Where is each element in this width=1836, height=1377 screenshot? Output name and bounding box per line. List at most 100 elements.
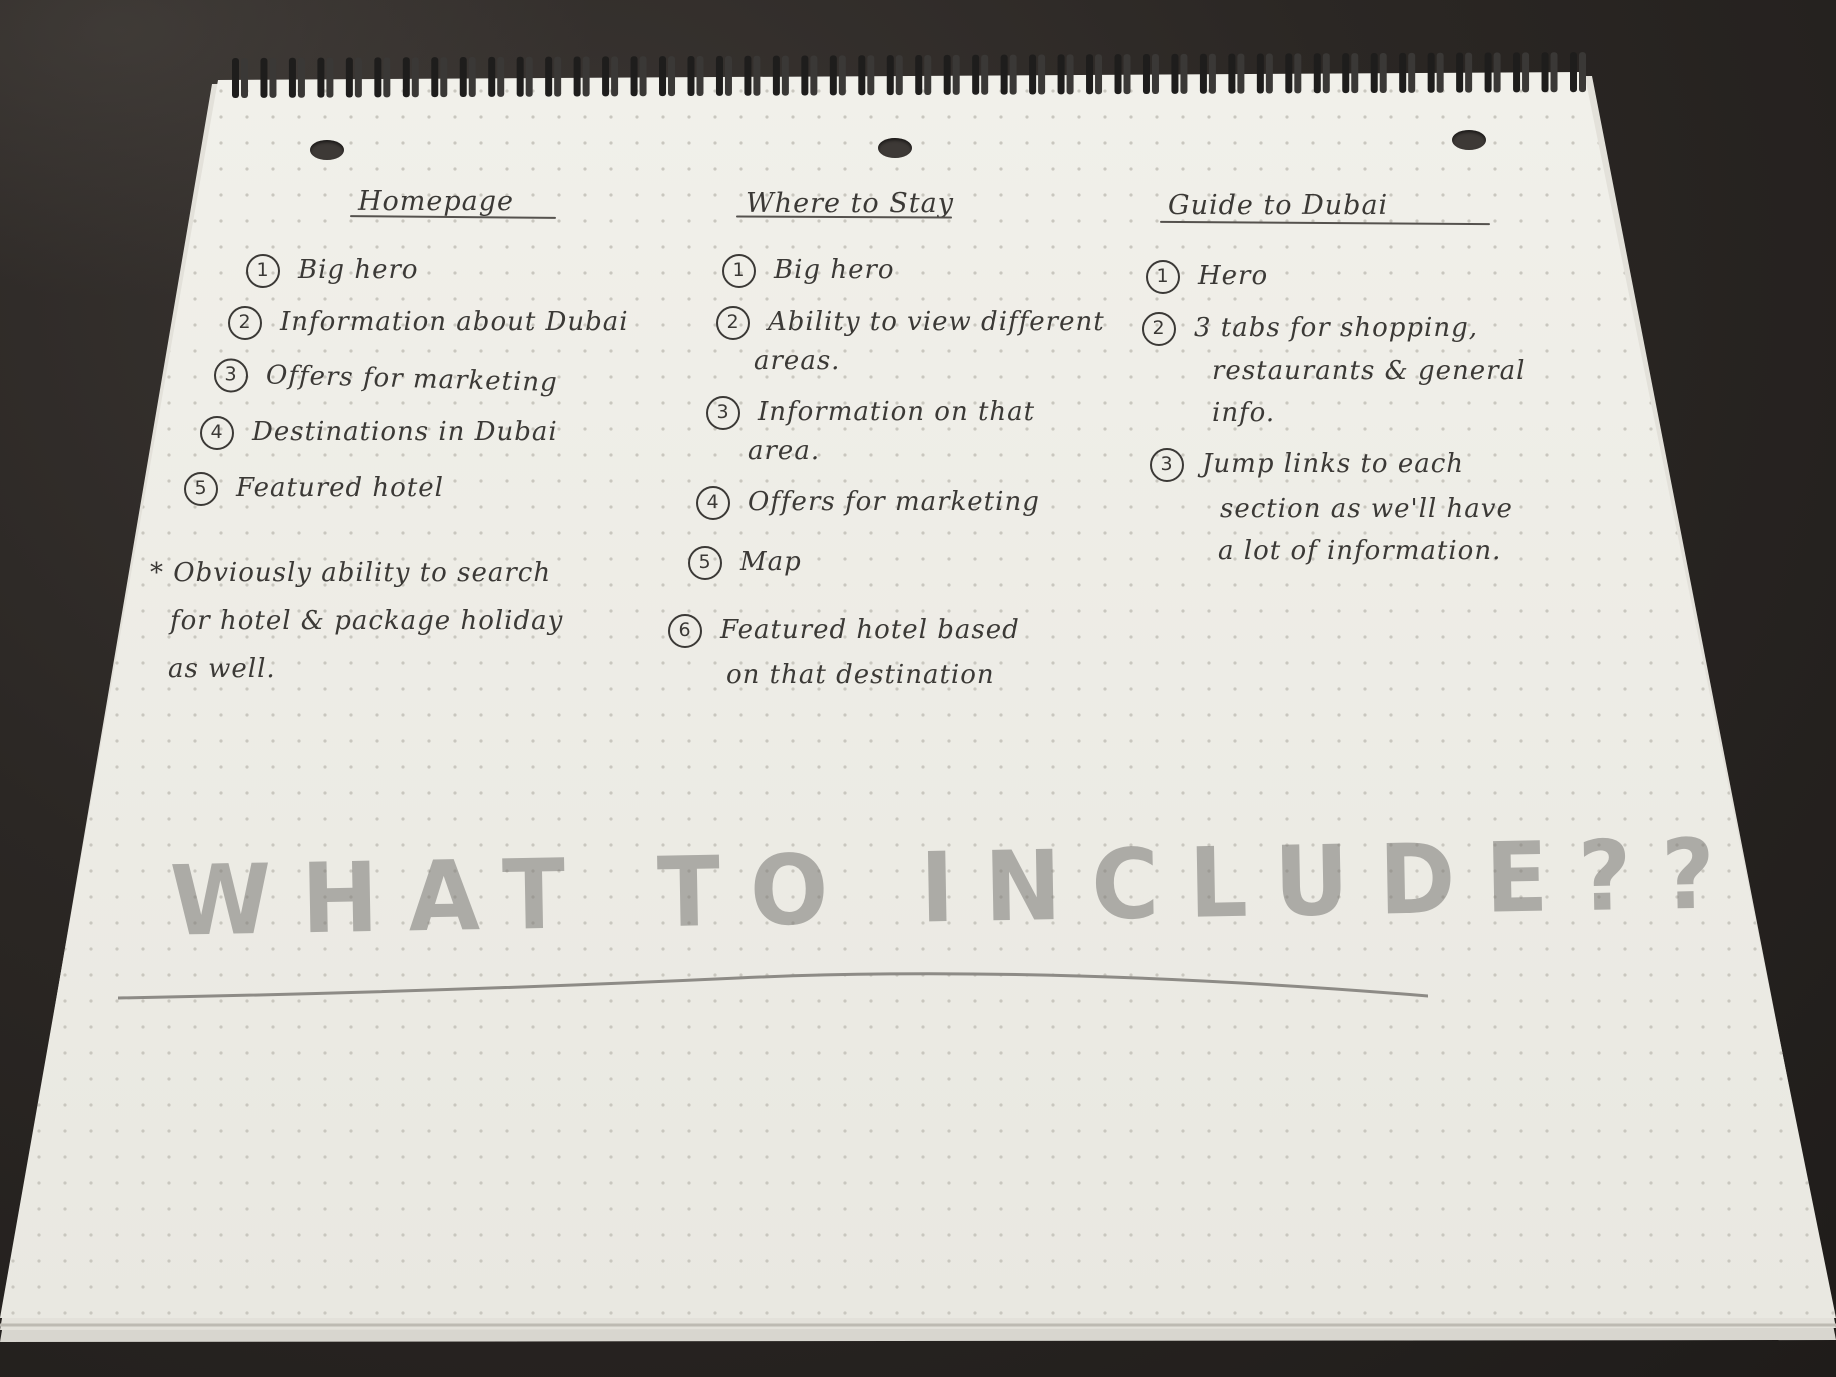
spiral-ring <box>468 57 476 97</box>
spiral-ring <box>525 56 533 97</box>
spiral-ring <box>1550 52 1558 93</box>
spiral-ring <box>241 58 248 98</box>
spiral-ring <box>1066 54 1074 95</box>
spiral-ring <box>1038 54 1046 95</box>
spiral-ring <box>668 56 676 97</box>
list-item: 6 Featured hotel based <box>668 614 1020 648</box>
list-item: 3 Jump links to each <box>1150 448 1464 482</box>
spiral-ring <box>1522 52 1530 93</box>
spiral-ring <box>696 56 704 96</box>
spiral-ring <box>630 56 638 97</box>
spiral-ring <box>1180 53 1188 94</box>
spiral-ring <box>1086 54 1094 95</box>
spiral-ring <box>1541 52 1549 93</box>
list-item-continuation: a lot of information. <box>1218 536 1502 566</box>
list-item-continuation: info. <box>1212 398 1276 428</box>
column-heading-guide-to-dubai: Guide to Dubai <box>1168 190 1389 221</box>
spiral-ring <box>659 56 667 97</box>
spiral-ring <box>1285 53 1293 94</box>
spiral-ring <box>611 56 619 97</box>
list-item-continuation: restaurants & general <box>1212 356 1526 386</box>
spiral-ring <box>402 57 410 98</box>
list-item-continuation: area. <box>748 436 821 466</box>
spiral-ring <box>753 55 761 96</box>
list-item: 1 Big hero <box>246 254 419 288</box>
spiral-ring <box>497 56 505 97</box>
spiral-ring <box>895 55 903 96</box>
spiral-ring <box>488 56 496 97</box>
list-item: 4 Offers for marketing <box>696 486 1040 520</box>
spiral-ring <box>801 55 809 96</box>
list-item: 1 Big hero <box>722 254 895 288</box>
spiral-ring <box>1408 52 1416 93</box>
spiral-ring <box>1436 52 1444 93</box>
list-item: 3 Information on that <box>706 396 1035 430</box>
spiral-ring <box>858 55 866 96</box>
spiral-ring <box>781 55 789 96</box>
spiral-ring <box>1237 53 1245 94</box>
spiral-ring <box>915 55 923 95</box>
spiral-ring <box>383 57 391 98</box>
list-item: 1 Hero <box>1146 260 1268 294</box>
spiral-ring <box>1570 52 1577 93</box>
spiral-ring <box>440 57 448 98</box>
spiral-ring <box>1294 53 1302 94</box>
punch-hole-middle <box>878 138 912 158</box>
spiral-ring <box>326 57 334 98</box>
spiral-ring <box>1095 54 1103 95</box>
column-heading-homepage: Homepage <box>358 186 515 217</box>
spiral-ring <box>354 57 362 98</box>
spiral-ring <box>411 57 419 98</box>
spiral-ring <box>829 55 837 96</box>
spiral-ring <box>724 55 732 96</box>
column-heading-where-to-stay: Where to Stay <box>746 188 954 219</box>
spiral-ring <box>1313 53 1321 94</box>
spiral-ring <box>1123 54 1131 95</box>
spiral-ring <box>1322 53 1330 94</box>
spiral-ring <box>1351 53 1359 94</box>
spiral-ring <box>260 57 268 98</box>
spiral-ring <box>972 54 980 95</box>
spiral-ring <box>1513 52 1521 93</box>
spiral-ring <box>1142 54 1150 94</box>
spiral-ring <box>1171 53 1179 94</box>
note-line: for hotel & package holiday <box>170 606 564 636</box>
note-line: * Obviously ability to search <box>150 558 552 588</box>
spiral-ring <box>431 57 439 98</box>
list-item: 23 tabs for shopping, <box>1142 312 1478 346</box>
spiral-ring <box>952 54 960 95</box>
spiral-ring <box>715 55 723 96</box>
spiral-ring <box>924 55 932 95</box>
spiral-ring <box>943 54 951 95</box>
list-item: 5 Map <box>688 546 802 580</box>
list-item-continuation: areas. <box>754 346 841 376</box>
spiral-ring <box>772 55 780 96</box>
spiral-ring <box>1379 53 1387 93</box>
spiral-ring <box>269 57 277 98</box>
list-item: 2 Information about Dubai <box>228 306 629 340</box>
punch-hole-left <box>310 140 344 160</box>
spiral-ring <box>1427 52 1435 93</box>
spiral-ring <box>1009 54 1017 95</box>
spiral-ring <box>582 56 590 97</box>
spiral-ring <box>1151 54 1159 94</box>
spiral-ring <box>1199 53 1207 94</box>
spiral-ring <box>1029 54 1037 95</box>
spiral-ring <box>1057 54 1065 95</box>
spiral-ring <box>459 57 467 97</box>
list-item: 2 Ability to view different <box>716 306 1105 340</box>
spiral-ring <box>573 56 581 97</box>
list-item-continuation: on that destination <box>726 660 995 690</box>
spiral-ring <box>1265 53 1273 94</box>
spiral-ring <box>886 55 894 96</box>
spiral-ring <box>1579 52 1586 93</box>
spiral-ring <box>1208 53 1216 94</box>
spiral-ring <box>1456 52 1464 93</box>
spiral-ring <box>1000 54 1008 95</box>
spiral-ring <box>867 55 875 96</box>
spiral-ring <box>1114 54 1122 95</box>
spiral-ring <box>1493 52 1501 93</box>
spiral-ring <box>288 57 296 98</box>
spiral-ring <box>639 56 647 97</box>
list-item-continuation: section as we'll have <box>1220 494 1513 524</box>
